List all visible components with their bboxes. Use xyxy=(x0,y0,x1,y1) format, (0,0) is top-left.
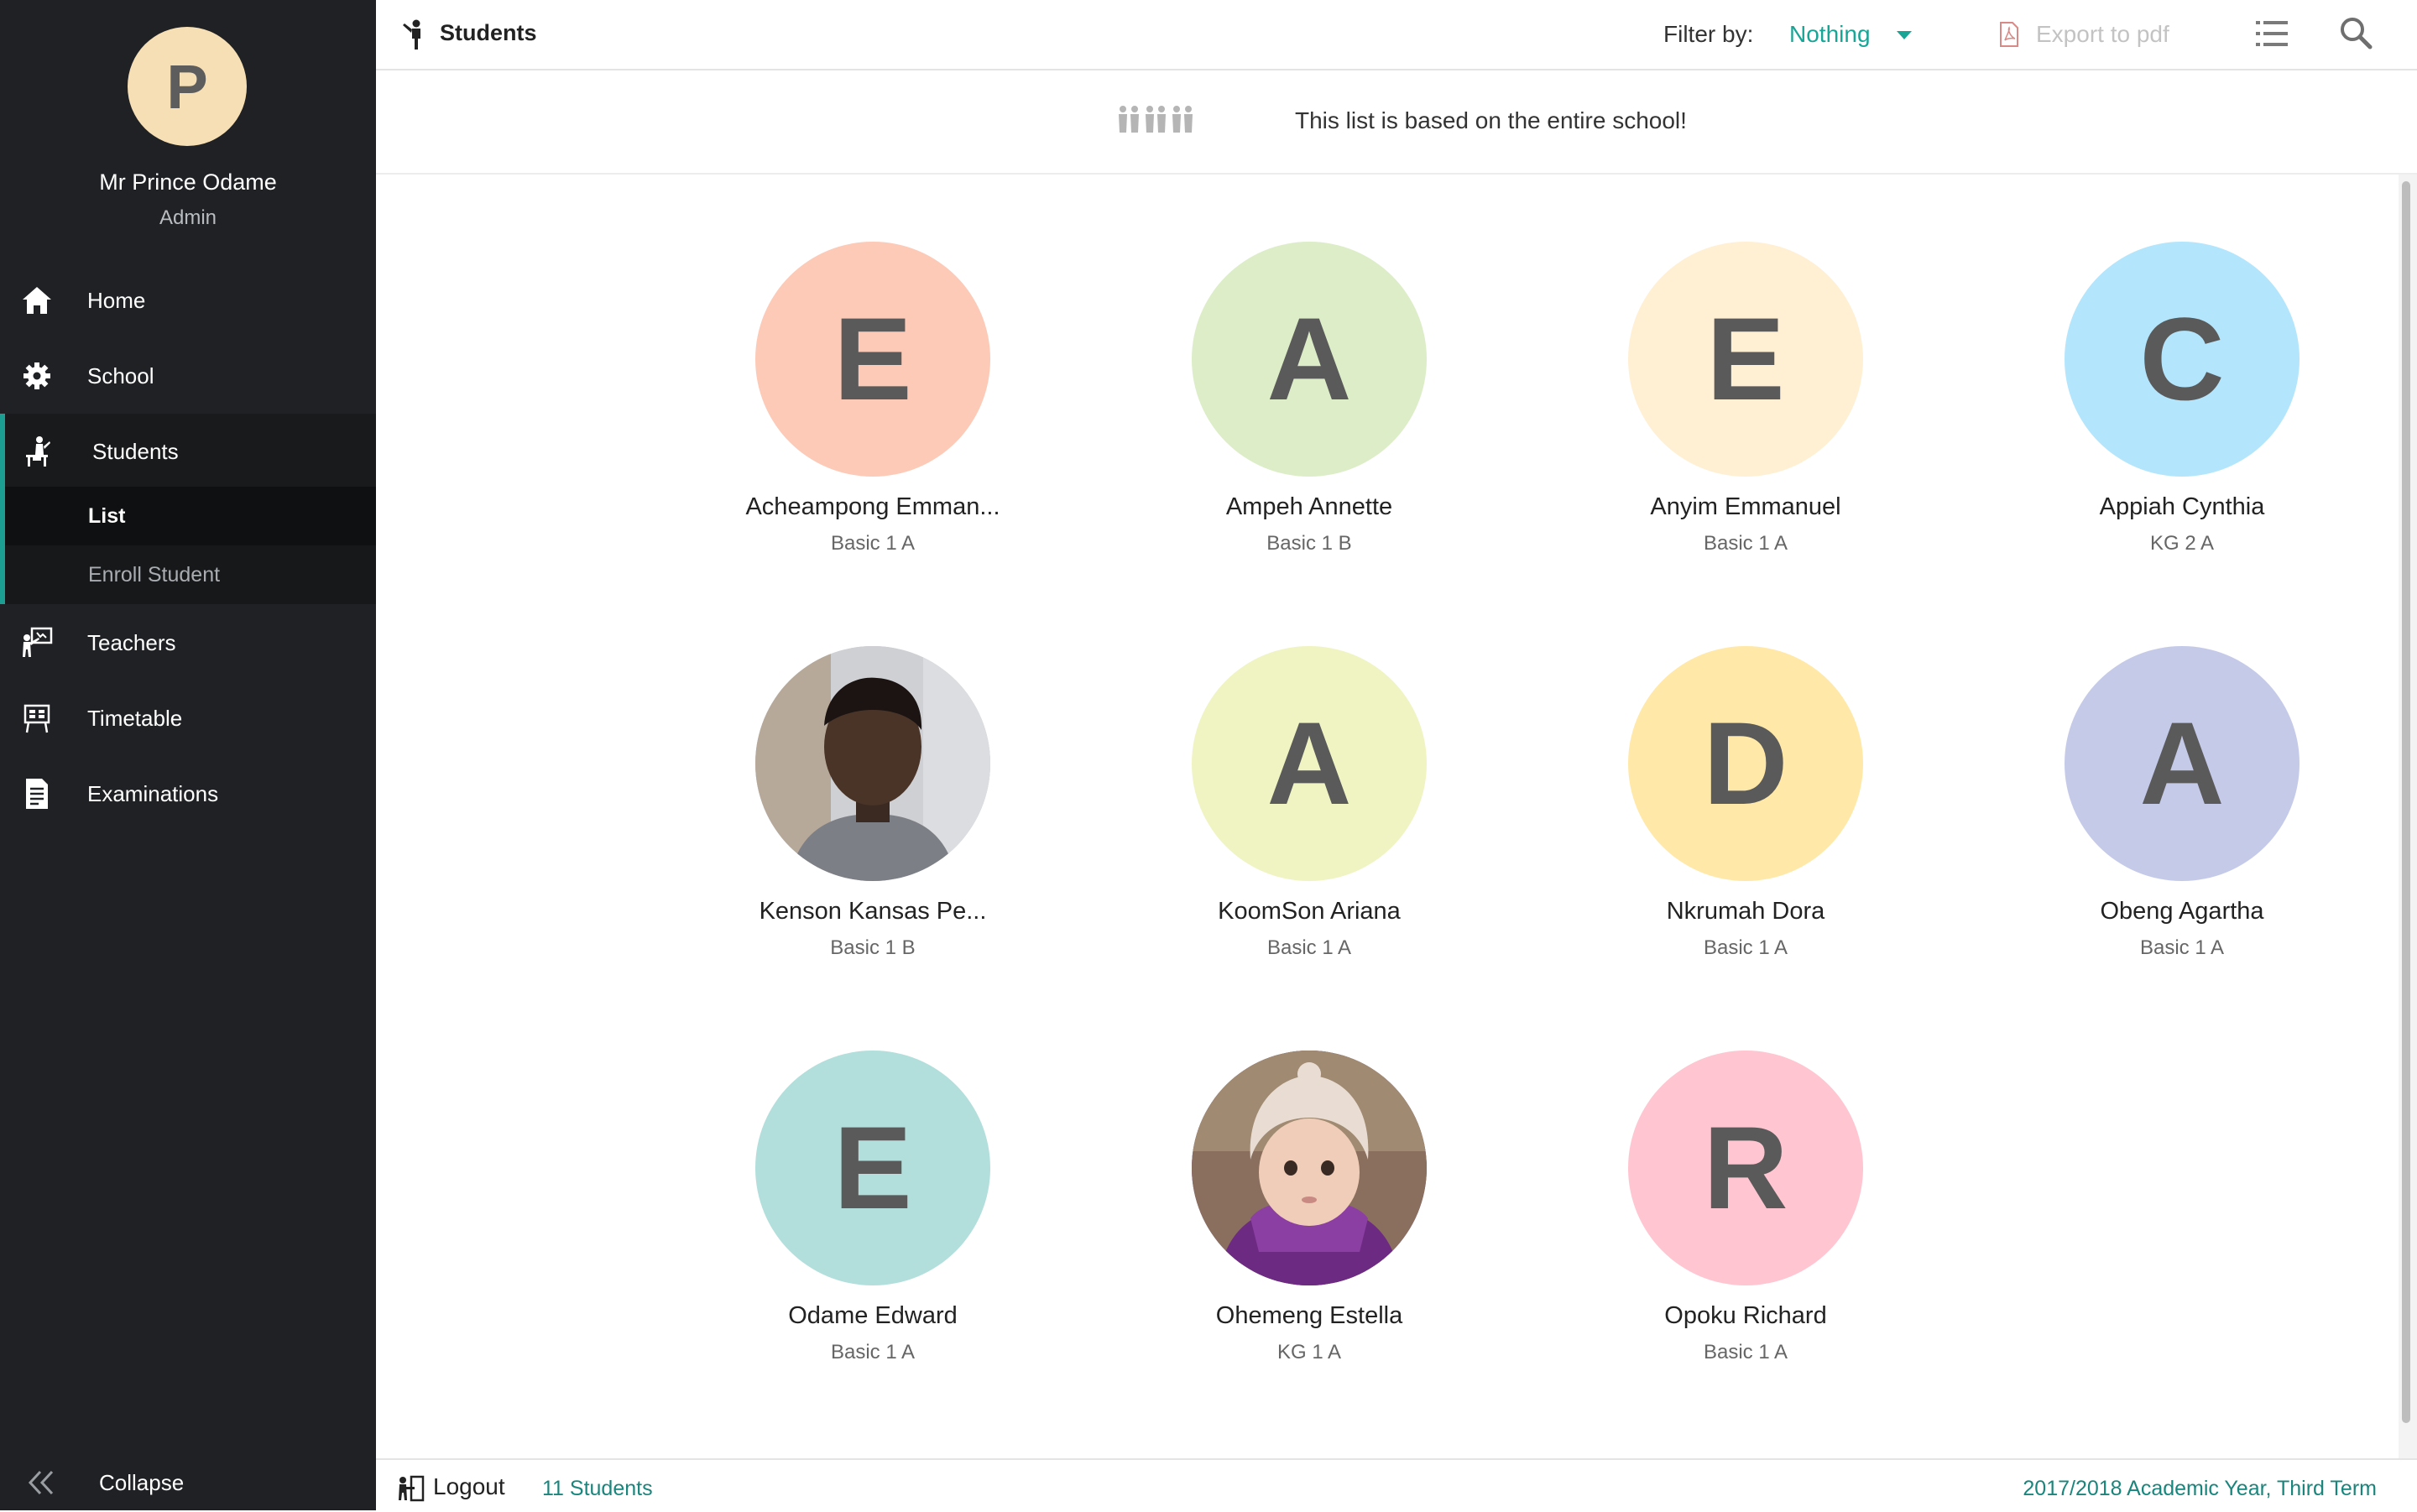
collapse-button[interactable]: Collapse xyxy=(0,1455,376,1510)
student-avatar: R xyxy=(1628,1051,1863,1285)
students-grid: E Acheampong Emman... Basic 1 A A Ampeh … xyxy=(376,175,2399,1458)
student-card[interactable]: Ohemeng Estella KG 1 A xyxy=(1133,1051,1485,1386)
collapse-label: Collapse xyxy=(99,1469,185,1495)
student-class: KG 1 A xyxy=(1276,1341,1342,1363)
user-role: Admin xyxy=(159,206,217,229)
logout-button[interactable]: Logout xyxy=(433,1473,505,1500)
student-photo xyxy=(755,646,990,881)
sidebar-item-teachers[interactable]: Teachers xyxy=(0,605,376,680)
student-class: Basic 1 A xyxy=(1703,532,1788,555)
student-name: Odame Edward xyxy=(788,1302,958,1329)
page-title: Students xyxy=(440,20,537,45)
scrollbar-thumb[interactable] xyxy=(2402,181,2410,1423)
student-desk-icon xyxy=(20,435,54,468)
sidebar-item-label: Students xyxy=(92,438,179,464)
timetable-icon xyxy=(20,701,54,735)
student-name: Appiah Cynthia xyxy=(2099,493,2265,520)
logout-icon[interactable] xyxy=(396,1475,425,1502)
student-avatar: E xyxy=(1628,242,1863,477)
sidebar-item-label: Timetable xyxy=(87,705,183,731)
students-group-icon xyxy=(1116,104,1197,134)
students-submenu: List Enroll Student xyxy=(0,487,376,604)
student-card[interactable]: D Nkrumah Dora Basic 1 A xyxy=(1569,646,1922,982)
student-name: Anyim Emmanuel xyxy=(1650,493,1841,520)
user-profile: P Mr Prince Odame Admin xyxy=(0,0,376,252)
student-avatar: A xyxy=(2065,646,2300,881)
student-class: Basic 1 A xyxy=(830,532,916,555)
student-avatar: C xyxy=(2065,242,2300,477)
student-avatar: A xyxy=(1192,646,1427,881)
student-name: Obeng Agartha xyxy=(2100,898,2264,925)
student-card[interactable]: R Opoku Richard Basic 1 A xyxy=(1569,1051,1922,1386)
top-header: Students Filter by: Nothing Export to pd… xyxy=(376,0,2417,70)
filter-dropdown[interactable]: Nothing xyxy=(1789,21,1871,48)
banner-text: This list is based on the entire school! xyxy=(1295,107,1687,133)
student-class: KG 2 A xyxy=(2149,532,2215,555)
student-class: Basic 1 B xyxy=(1266,532,1352,555)
footer: Logout 11 Students 2017/2018 Academic Ye… xyxy=(376,1458,2417,1512)
student-card[interactable]: E Anyim Emmanuel Basic 1 A xyxy=(1569,242,1922,577)
sidebar-item-examinations[interactable]: Examinations xyxy=(0,756,376,832)
sidebar-item-school[interactable]: School xyxy=(0,338,376,414)
submenu-item-list[interactable]: List xyxy=(5,487,376,545)
user-name: Mr Prince Odame xyxy=(99,169,277,195)
student-name: Opoku Richard xyxy=(1664,1302,1827,1329)
student-avatar: E xyxy=(755,1051,990,1285)
student-class: Basic 1 A xyxy=(1266,936,1352,959)
sidebar-item-label: School xyxy=(87,362,154,388)
search-icon[interactable] xyxy=(2338,15,2373,50)
student-card[interactable]: A Obeng Agartha Basic 1 A xyxy=(2006,646,2358,982)
student-name: Acheampong Emman... xyxy=(745,493,1000,520)
student-class: Basic 1 B xyxy=(830,936,916,959)
student-photo xyxy=(1192,1051,1427,1285)
caret-down-icon[interactable] xyxy=(1897,31,1912,39)
submenu-item-label: List xyxy=(88,503,126,528)
student-card[interactable]: E Odame Edward Basic 1 A xyxy=(697,1051,1049,1386)
academic-term: 2017/2018 Academic Year, Third Term xyxy=(2023,1477,2377,1500)
student-class: Basic 1 A xyxy=(2139,936,2225,959)
list-view-icon[interactable] xyxy=(2254,18,2289,49)
student-class: Basic 1 A xyxy=(1703,936,1788,959)
sidebar-item-label: Teachers xyxy=(87,629,176,655)
student-card[interactable]: E Acheampong Emman... Basic 1 A xyxy=(697,242,1049,577)
sidebar-item-students[interactable]: Students xyxy=(0,414,376,489)
filter-label: Filter by: xyxy=(1663,21,1754,47)
student-avatar: D xyxy=(1628,646,1863,881)
student-name: KoomSon Ariana xyxy=(1218,898,1401,925)
teacher-board-icon xyxy=(20,626,54,660)
gear-icon xyxy=(20,359,54,393)
sidebar-item-timetable[interactable]: Timetable xyxy=(0,680,376,756)
student-name: Kenson Kansas Pe... xyxy=(759,898,987,925)
student-count: 11 Students xyxy=(542,1477,653,1500)
student-card[interactable]: A KoomSon Ariana Basic 1 A xyxy=(1133,646,1485,982)
student-name: Ampeh Annette xyxy=(1225,493,1393,520)
export-pdf-button[interactable]: Export to pdf xyxy=(2036,21,2169,48)
pdf-icon[interactable] xyxy=(1999,22,2019,47)
exam-sheet-icon xyxy=(20,777,54,811)
student-figure-icon xyxy=(399,18,430,50)
student-avatar: A xyxy=(1192,242,1427,477)
double-chevron-left-icon xyxy=(25,1468,59,1497)
student-class: Basic 1 A xyxy=(830,1341,916,1363)
student-avatar: E xyxy=(755,242,990,477)
sidebar-item-label: Home xyxy=(87,287,146,313)
submenu-item-enroll-student[interactable]: Enroll Student xyxy=(5,545,376,604)
avatar[interactable]: P xyxy=(128,27,247,146)
student-card[interactable]: A Ampeh Annette Basic 1 B xyxy=(1133,242,1485,577)
student-name: Nkrumah Dora xyxy=(1666,898,1825,925)
student-card[interactable]: C Appiah Cynthia KG 2 A xyxy=(2006,242,2358,577)
student-name: Ohemeng Estella xyxy=(1215,1302,1403,1329)
submenu-item-label: Enroll Student xyxy=(88,562,221,587)
sidebar-item-label: Examinations xyxy=(87,780,219,806)
student-class: Basic 1 A xyxy=(1703,1341,1788,1363)
sidebar: P Mr Prince Odame Admin Home School Stud… xyxy=(0,0,376,1510)
home-icon xyxy=(20,284,54,317)
sidebar-item-home[interactable]: Home xyxy=(0,263,376,338)
student-card[interactable]: Kenson Kansas Pe... Basic 1 B xyxy=(697,646,1049,982)
info-banner: This list is based on the entire school! xyxy=(376,70,2417,175)
